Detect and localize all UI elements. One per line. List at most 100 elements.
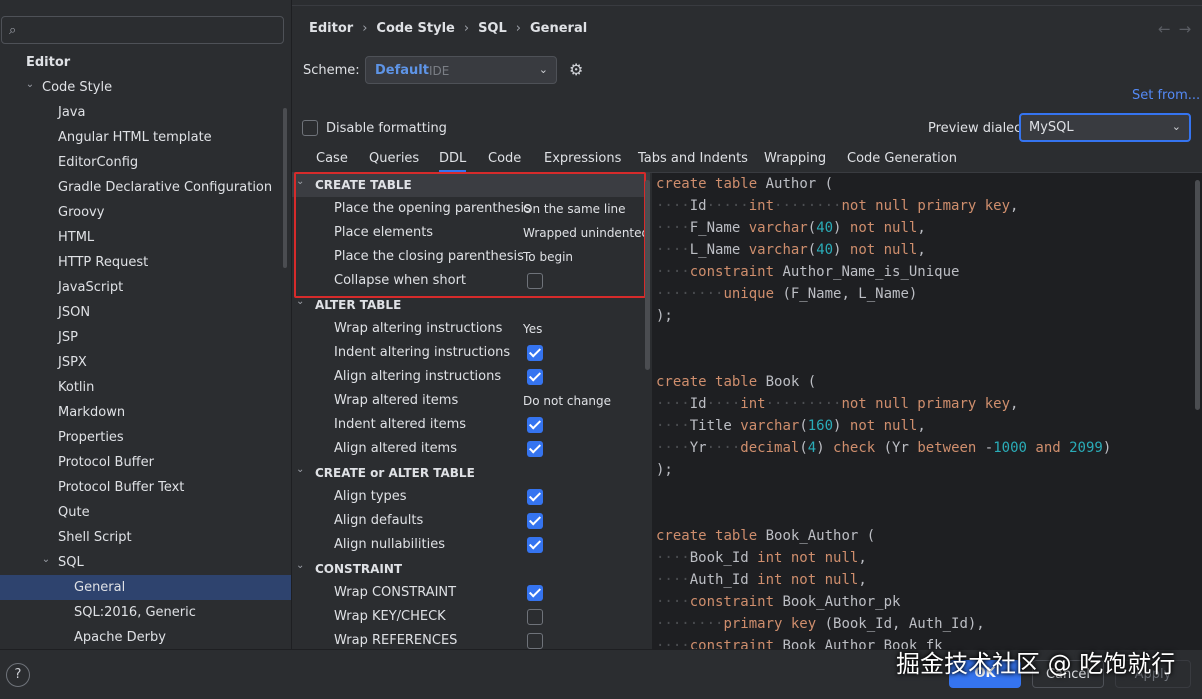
tab-code[interactable]: Code	[488, 150, 521, 172]
setting-row-place-elements[interactable]: Place elements Wrapped unindented	[292, 221, 650, 245]
sidebar-item-sql[interactable]: ⌄ SQL	[0, 547, 291, 575]
setting-row-wrap-altered-items[interactable]: Wrap altered items Do not change	[292, 389, 650, 413]
tab-case[interactable]: Case	[316, 150, 348, 172]
setting-row-indent-altering-instructions[interactable]: Indent altering instructions	[292, 341, 650, 365]
sidebar-item-jsp[interactable]: JSP	[0, 325, 291, 350]
sidebar-item-editorconfig[interactable]: EditorConfig	[0, 150, 291, 175]
setting-row-wrap-key-check[interactable]: Wrap KEY/CHECK	[292, 605, 650, 629]
sidebar-item-general[interactable]: General	[0, 575, 291, 600]
setting-row-align-nullabilities[interactable]: Align nullabilities	[292, 533, 650, 557]
disable-formatting-label[interactable]: Disable formatting	[326, 121, 447, 136]
watermark: 掘金技术社区 @ 吃饱就行	[896, 650, 1176, 678]
sidebar-item-jspx[interactable]: JSPX	[0, 350, 291, 375]
setting-row-place-the-opening-parenthesis[interactable]: Place the opening parenthesis On the same…	[292, 197, 650, 221]
sidebar-item-code-style[interactable]: ⌄ Code Style	[0, 72, 291, 100]
sidebar-item-gradle-declarative-configuration[interactable]: Gradle Declarative Configuration	[0, 175, 291, 200]
settings-scrollbar[interactable]	[645, 180, 650, 370]
tab-wrapping[interactable]: Wrapping	[764, 150, 826, 172]
sidebar-item-json[interactable]: JSON	[0, 300, 291, 325]
setting-row-place-the-closing-parenthesis[interactable]: Place the closing parenthesis To begin	[292, 245, 650, 269]
setting-checkbox[interactable]	[527, 273, 543, 289]
setting-checkbox[interactable]	[527, 633, 543, 649]
setting-row-collapse-when-short[interactable]: Collapse when short	[292, 269, 650, 293]
sidebar-item-kotlin[interactable]: Kotlin	[0, 375, 291, 400]
gear-icon[interactable]: ⚙	[569, 60, 583, 79]
setting-checkbox[interactable]	[527, 609, 543, 625]
breadcrumb-sql[interactable]: SQL	[478, 21, 507, 36]
setting-value-dropdown[interactable]: On the same line	[523, 197, 626, 221]
setting-row-wrap-constraint[interactable]: Wrap CONSTRAINT	[292, 581, 650, 605]
setting-row-wrap-references[interactable]: Wrap REFERENCES	[292, 629, 650, 649]
disable-formatting-checkbox[interactable]	[302, 120, 318, 136]
setting-value-dropdown[interactable]: Yes	[523, 317, 542, 341]
sidebar-item-editor[interactable]: Editor	[0, 50, 291, 75]
setting-checkbox[interactable]	[527, 513, 543, 529]
chevron-down-icon[interactable]: ⌄	[296, 290, 304, 314]
sidebar-item-angular-html-template[interactable]: Angular HTML template	[0, 125, 291, 150]
forward-arrow-icon[interactable]: →	[1179, 20, 1192, 38]
scheme-dropdown[interactable]: Default IDE ⌄	[365, 56, 557, 84]
code-line: ········unique (F_Name, L_Name)	[656, 283, 1111, 305]
code-line: );	[656, 459, 1111, 481]
sidebar-item-javascript[interactable]: JavaScript	[0, 275, 291, 300]
setting-checkbox[interactable]	[527, 369, 543, 385]
settings-search-box[interactable]: ⌕	[1, 16, 284, 44]
sidebar-item-java[interactable]: Java	[0, 100, 291, 125]
breadcrumb-code-style[interactable]: Code Style	[376, 21, 454, 36]
settings-group-alter-table[interactable]: ⌄ ALTER TABLE	[292, 293, 650, 317]
sidebar-item-qute[interactable]: Qute	[0, 500, 291, 525]
setting-value-dropdown[interactable]: Wrapped unindented	[523, 221, 649, 245]
setting-label: Wrap KEY/CHECK	[334, 609, 446, 624]
code-token: )	[833, 418, 850, 434]
setting-row-align-altering-instructions[interactable]: Align altering instructions	[292, 365, 650, 389]
breadcrumb-editor[interactable]: Editor	[309, 21, 353, 36]
chevron-down-icon[interactable]: ⌄	[296, 554, 304, 578]
setting-row-align-defaults[interactable]: Align defaults	[292, 509, 650, 533]
sidebar-item-label: Gradle Declarative Configuration	[58, 180, 273, 195]
setting-row-align-altered-items[interactable]: Align altered items	[292, 437, 650, 461]
settings-group-constraint[interactable]: ⌄ CONSTRAINT	[292, 557, 650, 581]
code-token: create	[656, 528, 707, 544]
set-from-link[interactable]: Set from...	[1132, 88, 1200, 103]
setting-checkbox[interactable]	[527, 537, 543, 553]
chevron-down-icon[interactable]: ⌄	[296, 458, 304, 482]
setting-row-wrap-altering-instructions[interactable]: Wrap altering instructions Yes	[292, 317, 650, 341]
settings-group-create-or-alter-table[interactable]: ⌄ CREATE or ALTER TABLE	[292, 461, 650, 485]
preview-scrollbar[interactable]	[1195, 180, 1200, 410]
back-arrow-icon[interactable]: ←	[1158, 20, 1171, 38]
sidebar-item-html[interactable]: HTML	[0, 225, 291, 250]
setting-checkbox[interactable]	[527, 489, 543, 505]
tab-tabs-and-indents[interactable]: Tabs and Indents	[638, 150, 748, 172]
sidebar-item-protocol-buffer-text[interactable]: Protocol Buffer Text	[0, 475, 291, 500]
setting-checkbox[interactable]	[527, 345, 543, 361]
setting-row-align-types[interactable]: Align types	[292, 485, 650, 509]
search-input[interactable]	[28, 20, 278, 40]
setting-checkbox[interactable]	[527, 417, 543, 433]
chevron-down-icon[interactable]: ⌄	[296, 173, 304, 194]
sidebar-item-protocol-buffer[interactable]: Protocol Buffer	[0, 450, 291, 475]
sidebar-item-sql-2016-generic[interactable]: SQL:2016, Generic	[0, 600, 291, 625]
sidebar-item-http-request[interactable]: HTTP Request	[0, 250, 291, 275]
panel-scrollbar[interactable]	[283, 108, 287, 268]
setting-checkbox[interactable]	[527, 441, 543, 457]
setting-checkbox[interactable]	[527, 585, 543, 601]
sidebar-item-groovy[interactable]: Groovy	[0, 200, 291, 225]
tab-queries[interactable]: Queries	[369, 150, 419, 172]
sidebar-item-properties[interactable]: Properties	[0, 425, 291, 450]
setting-row-indent-altered-items[interactable]: Indent altered items	[292, 413, 650, 437]
tab-expressions[interactable]: Expressions	[544, 150, 621, 172]
tab-code-generation[interactable]: Code Generation	[847, 150, 957, 172]
settings-group-create-table[interactable]: ⌄ CREATE TABLE	[292, 173, 650, 197]
tab-ddl[interactable]: DDL	[439, 150, 467, 172]
preview-dialect-dropdown[interactable]: MySQL ⌄	[1019, 113, 1191, 142]
chevron-down-icon[interactable]: ⌄	[24, 72, 36, 97]
chevron-down-icon[interactable]: ⌄	[40, 547, 52, 572]
setting-value-dropdown[interactable]: To begin	[523, 245, 573, 269]
sidebar-item-apache-derby[interactable]: Apache Derby	[0, 625, 291, 650]
setting-value-dropdown[interactable]: Do not change	[523, 389, 611, 413]
code-token: constraint	[689, 638, 775, 649]
setting-label: Wrap REFERENCES	[334, 633, 458, 648]
sidebar-item-markdown[interactable]: Markdown	[0, 400, 291, 425]
help-button[interactable]: ?	[6, 663, 30, 687]
